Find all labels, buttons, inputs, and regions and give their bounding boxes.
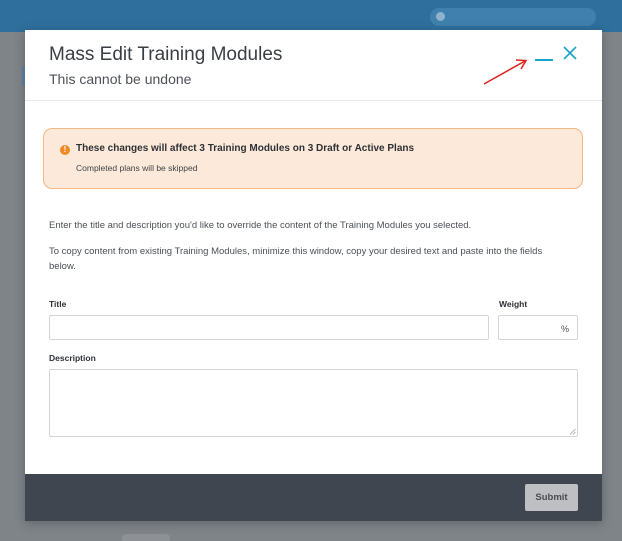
background-chip	[122, 534, 170, 541]
title-label: Title	[49, 299, 67, 309]
background-search-icon	[436, 12, 445, 21]
description-label: Description	[49, 353, 96, 363]
resize-handle-icon[interactable]	[569, 428, 576, 435]
close-icon[interactable]	[562, 45, 578, 61]
mass-edit-modal: Mass Edit Training Modules This cannot b…	[25, 30, 602, 521]
minimize-icon	[535, 59, 553, 61]
minimize-button[interactable]	[533, 48, 555, 64]
warning-alert: ! These changes will affect 3 Training M…	[43, 128, 583, 189]
description-textarea[interactable]	[49, 369, 578, 437]
submit-button[interactable]: Submit	[525, 484, 578, 511]
modal-subtitle: This cannot be undone	[49, 71, 192, 87]
percent-suffix: %	[560, 324, 569, 334]
copy-instruction-text: To copy content from existing Training M…	[49, 246, 543, 272]
weight-input[interactable]: %	[498, 315, 578, 340]
modal-title: Mass Edit Training Modules	[49, 44, 283, 65]
title-input[interactable]	[49, 315, 489, 340]
background-search-field	[430, 8, 596, 26]
modal-header: Mass Edit Training Modules This cannot b…	[25, 30, 602, 101]
weight-label: Weight	[499, 299, 528, 309]
instruction-text: Enter the title and description you'd li…	[49, 220, 472, 231]
annotation-arrow-icon	[483, 59, 528, 85]
alert-title: These changes will affect 3 Training Mod…	[76, 143, 415, 154]
alert-subtext: Completed plans will be skipped	[76, 163, 198, 173]
modal-footer: Submit	[25, 474, 602, 521]
exclamation-icon: !	[60, 145, 70, 155]
